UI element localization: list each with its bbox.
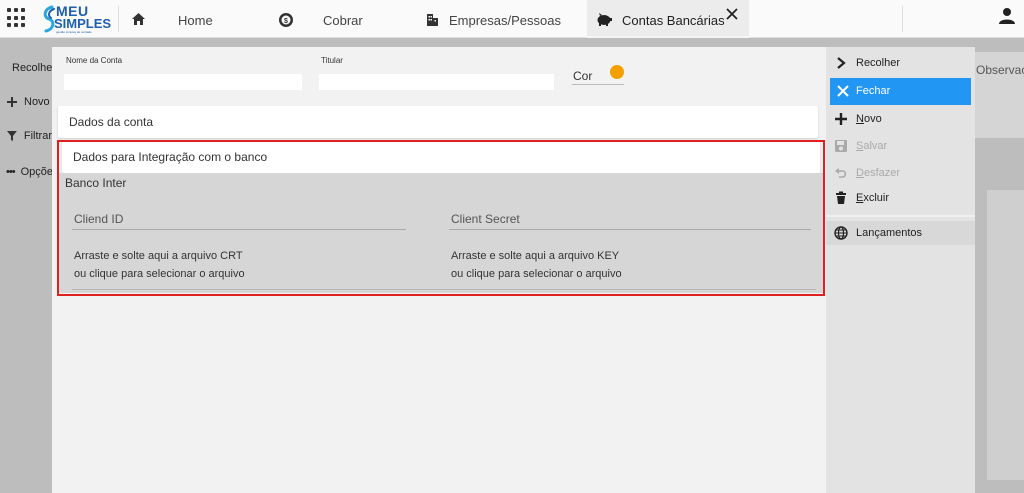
plus-icon xyxy=(7,97,17,107)
plus-icon xyxy=(835,113,847,125)
user-account-icon[interactable] xyxy=(998,7,1016,25)
apps-grid-icon[interactable] xyxy=(7,8,27,28)
holder-label: Titular xyxy=(321,56,343,65)
save-button[interactable]: Salvar xyxy=(826,134,975,158)
close-label: Fechar xyxy=(856,85,891,97)
chevron-right-icon xyxy=(837,57,846,69)
tab-label: Contas Bancárias xyxy=(622,13,725,28)
sidebar-item-recolher[interactable]: Recolher xyxy=(6,62,52,74)
tab-label: Empresas/Pessoas xyxy=(449,13,561,28)
collapse-label: Recolher xyxy=(856,57,901,69)
save-label: Salvar xyxy=(856,140,888,152)
piggy-bank-icon xyxy=(597,13,612,26)
more-icon: ••• xyxy=(6,166,16,178)
logo-text-line2: SIMPLES xyxy=(54,16,112,31)
trash-icon xyxy=(836,191,846,204)
tab-cobrar[interactable]: $ Cobrar xyxy=(268,0,408,38)
tab-label: Home xyxy=(178,13,213,28)
home-icon xyxy=(132,13,145,25)
section-account-data[interactable]: Dados da conta xyxy=(58,106,818,138)
close-icon xyxy=(837,85,849,97)
divider xyxy=(118,6,119,32)
undo-button[interactable]: Desfazer xyxy=(826,161,975,185)
holder-input[interactable] xyxy=(319,74,554,90)
sidebar-item-opcoes[interactable]: ••• Opções xyxy=(6,166,52,178)
entries-label: Lançamentos xyxy=(856,227,923,239)
coin-icon: $ xyxy=(279,13,293,27)
tab-empresas-pessoas[interactable]: Empresas/Pessoas xyxy=(418,0,583,38)
undo-icon xyxy=(835,168,847,178)
entries-button[interactable]: Lançamentos xyxy=(826,221,975,245)
new-button[interactable]: Novo xyxy=(826,107,975,131)
background-observations-label: Observações xyxy=(976,63,1024,77)
sidebar-item-novo[interactable]: Novo xyxy=(6,96,52,108)
brand-logo[interactable]: MEU SIMPLES gestão simples de verdade xyxy=(40,3,114,35)
svg-text:$: $ xyxy=(284,18,288,25)
background-card-lower xyxy=(987,190,1024,480)
logo-tagline: gestão simples de verdade xyxy=(56,30,92,34)
undo-label: Desfazer xyxy=(856,167,901,179)
globe-icon xyxy=(834,226,848,240)
color-picker-swatch[interactable] xyxy=(610,65,624,79)
sidebar-item-label: Opções xyxy=(20,166,52,178)
filter-icon xyxy=(6,131,17,141)
account-name-input[interactable] xyxy=(64,74,302,90)
sidebar-item-label: Filtrar xyxy=(23,130,52,142)
delete-button[interactable]: Excluir xyxy=(826,186,975,210)
account-name-label: Nome da Conta xyxy=(66,56,123,65)
sidebar-item-label: Recolher xyxy=(12,62,52,74)
color-field-underline xyxy=(572,84,624,85)
color-label: Cor xyxy=(573,69,593,83)
highlight-box xyxy=(57,140,825,296)
tab-contas-bancarias[interactable]: Contas Bancárias xyxy=(587,0,749,38)
collapse-button[interactable]: Recolher xyxy=(826,51,975,75)
sidebar-item-label: Novo xyxy=(24,96,50,108)
action-panel: Recolher Fechar Novo Salvar Desfazer Exc… xyxy=(826,47,975,493)
new-label: Novo xyxy=(856,113,882,125)
sidebar-item-filtrar[interactable]: Filtrar xyxy=(6,130,52,142)
divider xyxy=(902,6,903,32)
top-bar: MEU SIMPLES gestão simples de verdade Ho… xyxy=(0,0,1024,38)
close-tab-icon[interactable] xyxy=(726,8,738,20)
tab-label: Cobrar xyxy=(323,13,363,28)
left-sidebar: Recolher Novo Filtrar ••• Opções xyxy=(0,52,52,493)
tab-home[interactable]: Home xyxy=(120,0,242,38)
action-divider xyxy=(826,215,975,217)
section-title: Dados da conta xyxy=(69,115,154,129)
close-button[interactable]: Fechar xyxy=(830,78,971,105)
building-icon xyxy=(427,14,438,26)
save-icon xyxy=(835,140,847,152)
delete-label: Excluir xyxy=(856,192,890,204)
